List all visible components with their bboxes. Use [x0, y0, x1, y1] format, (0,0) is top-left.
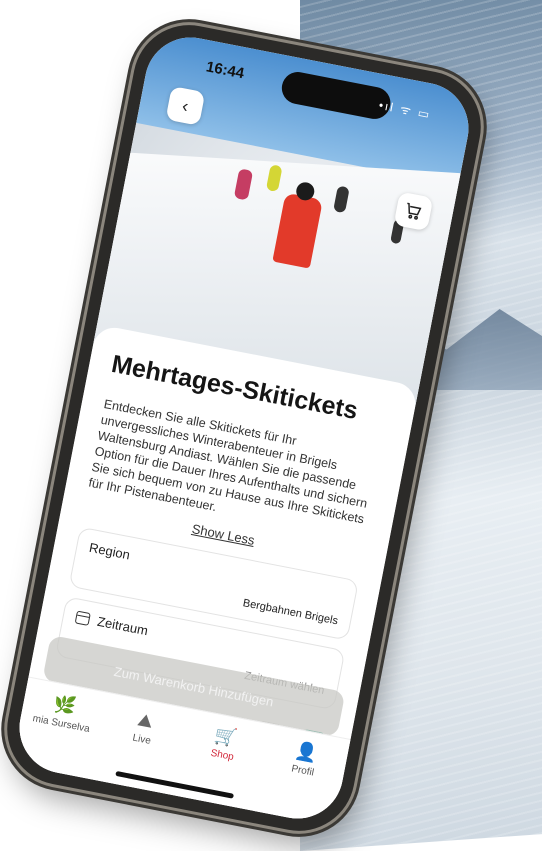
chevron-left-icon: ‹	[180, 95, 191, 116]
cart-icon	[407, 202, 422, 220]
calendar-icon	[74, 610, 91, 626]
tab-mia-surselva[interactable]: 🌿 mia Surselva	[22, 689, 96, 777]
region-label-text: Region	[88, 539, 132, 563]
tab-label: Live	[131, 732, 152, 747]
person-icon: 👤	[293, 739, 320, 764]
shopping-cart-icon: 🛒	[212, 724, 239, 749]
tab-label: Shop	[209, 747, 235, 763]
tab-profil[interactable]: 👤 Profil	[264, 736, 338, 824]
zeitraum-label-text: Zeitraum	[96, 613, 150, 638]
mountain-icon: ⛰	[136, 709, 155, 732]
tab-label: mia Surselva	[31, 713, 91, 735]
surselva-logo-icon: 🌿	[51, 692, 78, 717]
tab-label: Profil	[290, 763, 315, 779]
